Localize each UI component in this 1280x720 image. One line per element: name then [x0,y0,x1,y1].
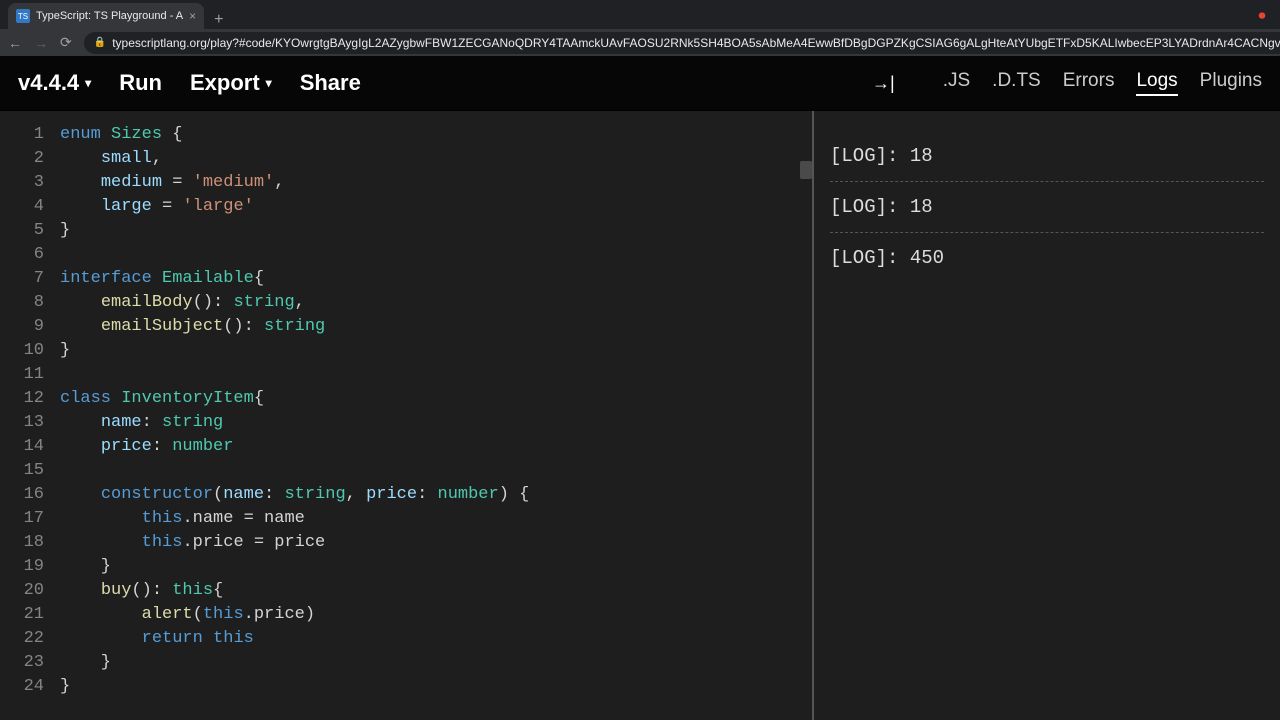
browser-tab[interactable]: TS TypeScript: TS Playground - A × [8,3,204,29]
forward-button[interactable]: → [34,35,48,51]
close-tab-icon[interactable]: × [189,9,196,23]
logs-panel: [LOG]: 18[LOG]: 18[LOG]: 450 [812,111,1280,720]
export-label: Export [190,70,260,96]
chevron-down-icon: ▾ [85,76,91,90]
tab-dts[interactable]: .D.TS [992,70,1041,96]
chevron-down-icon: ▾ [266,76,272,90]
reload-button[interactable]: ⟳ [60,34,72,51]
share-button[interactable]: Share [300,70,361,96]
code-editor[interactable]: 123456789101112131415161718192021222324 … [0,111,812,720]
record-icon[interactable]: ⏺ [1254,7,1270,24]
favicon-ts-icon: TS [16,9,30,23]
back-button[interactable]: ← [8,35,22,51]
log-entry: [LOG]: 450 [830,233,1264,283]
address-bar[interactable]: 🔒 typescriptlang.org/play?#code/KYOwrgtg… [84,32,1280,54]
version-label: v4.4.4 [18,70,79,96]
new-tab-button[interactable]: + [204,11,233,29]
playground-header: v4.4.4 ▾ Run Export ▾ Share →| .JS .D.TS… [0,56,1280,111]
tab-strip: TS TypeScript: TS Playground - A × + ⏺ [0,0,1280,29]
log-entry: [LOG]: 18 [830,131,1264,182]
tab-plugins[interactable]: Plugins [1200,70,1262,96]
output-tabs: .JS .D.TS Errors Logs Plugins [943,70,1262,96]
lock-icon: 🔒 [94,37,106,48]
collapse-panel-icon[interactable]: →| [872,73,895,94]
browser-toolbar: ← → ⟳ 🔒 typescriptlang.org/play?#code/KY… [0,29,1280,56]
tab-title: TypeScript: TS Playground - A [36,10,183,22]
vertical-scrollbar[interactable] [800,161,812,179]
tab-logs[interactable]: Logs [1136,70,1177,96]
export-menu[interactable]: Export ▾ [190,70,272,96]
main-split: 123456789101112131415161718192021222324 … [0,111,1280,720]
code-content[interactable]: enum Sizes { small, medium = 'medium', l… [60,123,812,699]
browser-chrome: TS TypeScript: TS Playground - A × + ⏺ ←… [0,0,1280,56]
tab-js[interactable]: .JS [943,70,970,96]
log-entry: [LOG]: 18 [830,182,1264,233]
line-gutter: 123456789101112131415161718192021222324 [0,123,60,699]
url-text: typescriptlang.org/play?#code/KYOwrgtgBA… [112,36,1280,50]
run-button[interactable]: Run [119,70,162,96]
tab-errors[interactable]: Errors [1063,70,1115,96]
version-selector[interactable]: v4.4.4 ▾ [18,70,91,96]
